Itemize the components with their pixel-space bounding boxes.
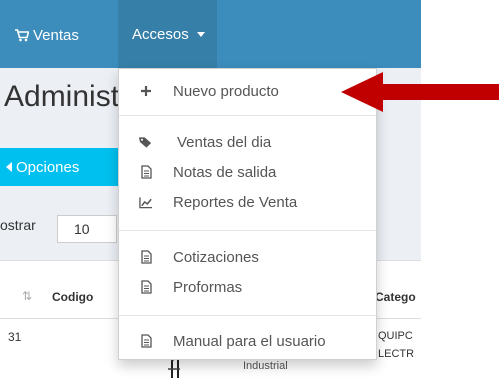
menu-item-manual-usuario[interactable]: Manual para el usuario [119, 329, 376, 353]
nav-accesos-dropdown-toggle[interactable]: Accesos [118, 0, 217, 68]
red-arrow-icon [341, 72, 499, 112]
column-header-categoria[interactable]: Catego [375, 290, 416, 304]
page-length-label: ostrar [0, 217, 36, 233]
options-button[interactable]: Opciones [0, 148, 118, 186]
tags-icon [139, 135, 153, 149]
column-header-codigo[interactable]: Codigo [52, 290, 93, 304]
menu-item-label: Nuevo producto [173, 82, 279, 100]
menu-item-notas-de-salida[interactable]: Notas de salida [119, 160, 376, 184]
menu-item-reportes-de-venta[interactable]: Reportes de Venta [119, 190, 376, 214]
menu-item-nuevo-producto[interactable]: Nuevo producto [119, 79, 376, 103]
table-cell-categoria-line2: LECTR [378, 348, 415, 360]
menu-item-label: Notas de salida [173, 163, 277, 181]
menu-item-label: Cotizaciones [173, 248, 259, 266]
menu-divider [119, 115, 376, 116]
top-navbar: Ventas Accesos [0, 0, 421, 68]
nav-ventas-label: Ventas [33, 26, 79, 44]
arrow-icon [6, 162, 12, 172]
document-icon [139, 165, 153, 179]
sort-icon[interactable]: ⇅ [22, 289, 32, 303]
plus-icon [139, 84, 153, 98]
menu-item-label: Proformas [173, 278, 243, 296]
menu-divider [119, 230, 376, 231]
menu-item-label: Manual para el usuario [173, 332, 326, 350]
menu-item-label: Ventas del dia [177, 133, 272, 151]
table-cell-description: Industrial [243, 360, 288, 372]
menu-item-proformas[interactable]: Proformas [119, 275, 376, 299]
accesos-dropdown-menu: Nuevo producto Ventas del dia Notas de s… [118, 68, 377, 360]
document-icon [139, 250, 153, 264]
nav-ventas[interactable]: Ventas [15, 24, 79, 46]
page-title: Administ [4, 80, 120, 113]
menu-item-cotizaciones[interactable]: Cotizaciones [119, 245, 376, 269]
caret-down-icon [196, 31, 205, 37]
table-cell-id: 31 [8, 330, 22, 344]
menu-divider [119, 315, 376, 316]
document-icon [139, 280, 153, 294]
page-length-select[interactable]: 10 [57, 215, 117, 243]
shopping-cart-icon [15, 28, 29, 41]
nav-accesos-label: Accesos [132, 25, 189, 43]
table-cell-categoria-line1: QUIPC [378, 330, 413, 342]
menu-item-ventas-del-dia[interactable]: Ventas del dia [119, 130, 376, 154]
options-button-label: Opciones [16, 158, 80, 176]
line-chart-icon [139, 195, 153, 209]
document-icon [139, 334, 153, 348]
menu-item-label: Reportes de Venta [173, 193, 298, 211]
